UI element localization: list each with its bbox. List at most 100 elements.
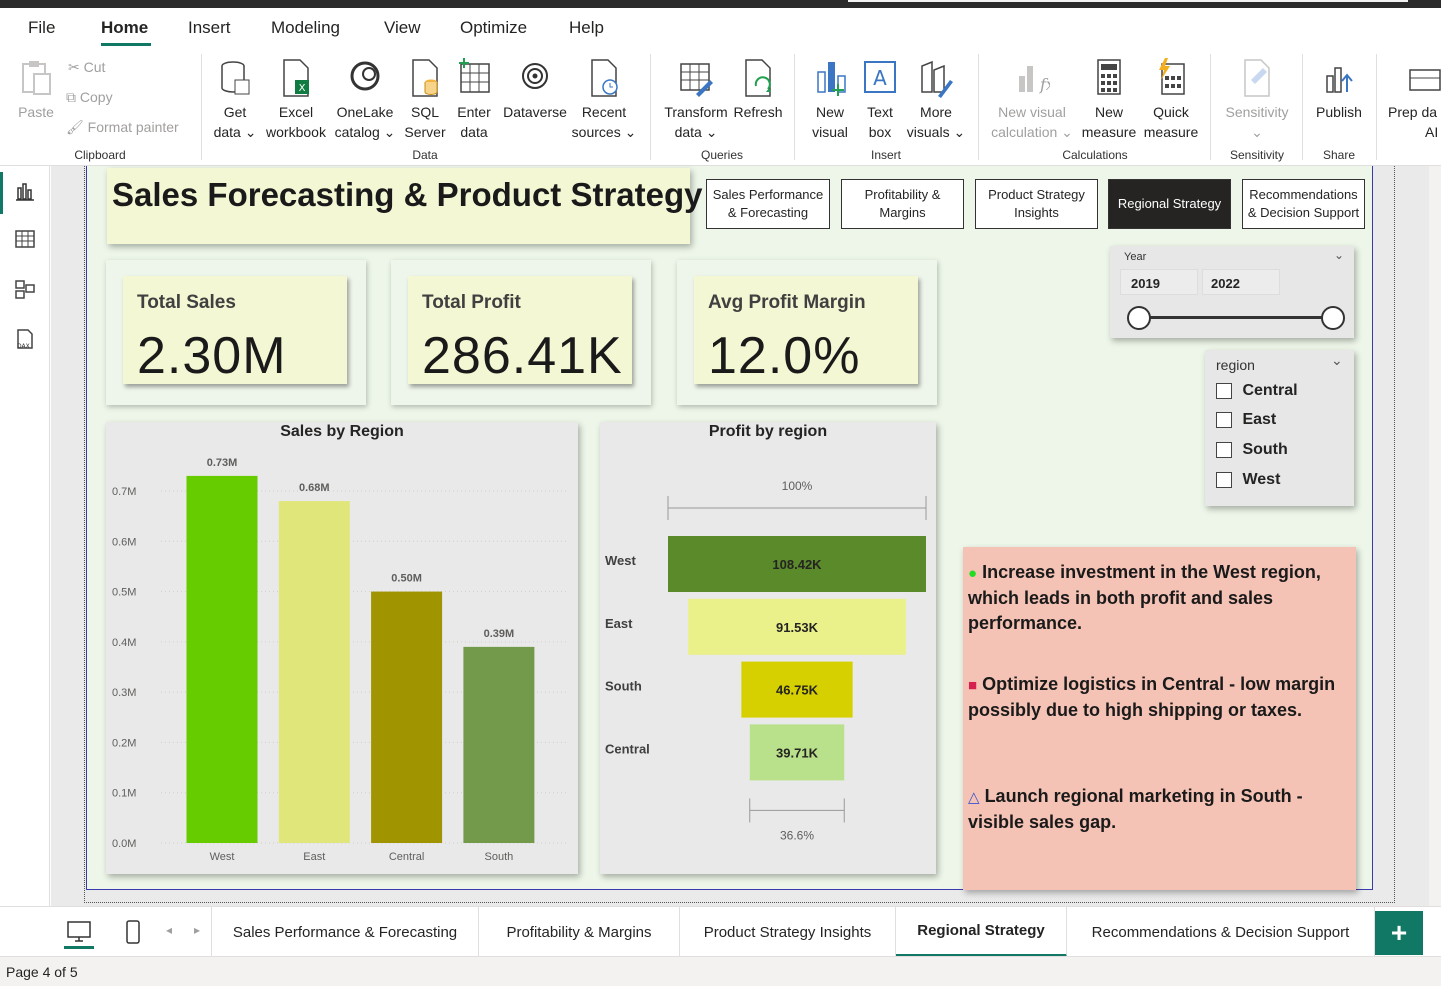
more-visuals-button[interactable]: More visuals ⌄ [904,58,968,142]
menu-help[interactable]: Help [569,18,604,38]
region-option-central[interactable]: Central [1216,382,1298,400]
year-slider-track[interactable] [1140,316,1332,319]
text-box-button[interactable]: A Text box [858,58,902,142]
quick-measure-label-2: measure [1143,124,1199,140]
menu-insert[interactable]: Insert [188,18,231,38]
report-view-icon[interactable] [14,180,36,202]
nav-button-recommendations[interactable]: Recommendations & Decision Support [1242,179,1365,229]
format-painter-button[interactable]: 🖌 Format painter [66,119,179,136]
chevron-right-icon[interactable]: ▸ [194,923,200,937]
database-icon [221,61,250,95]
svg-text:fx: fx [1039,75,1050,94]
layout-selected-indicator [64,946,94,949]
region-option-south[interactable]: South [1216,441,1288,459]
group-calculations: Calculations [1062,148,1128,162]
table-view-icon[interactable] [14,228,36,250]
enter-data-button[interactable]: Enter data [452,58,496,142]
bar-east [278,501,350,843]
nav-button-label: & Forecasting [727,205,809,220]
kpi-card-total-sales[interactable]: Total Sales 2.30M [106,260,366,405]
region-option-label: West [1242,471,1281,488]
chevron-down-icon: ⌄ [379,124,396,140]
nav-button-label: Product Strategy [988,187,1085,202]
divider [794,54,795,160]
checkbox[interactable] [1216,472,1232,488]
transform-data-button[interactable]: Transform data ⌄ [660,58,732,142]
get-data-button[interactable]: Get data ⌄ [212,58,258,142]
profit-by-region-chart[interactable]: Profit by region 100% 108.42K West 91.53K Eas… [600,422,936,874]
checkbox[interactable] [1216,442,1232,458]
recent-sources-button[interactable]: Recent sources ⌄ [570,58,638,142]
get-data-label-2: data [213,124,241,140]
new-measure-button[interactable]: New measure [1078,58,1140,142]
quick-measure-button[interactable]: Quick measure [1140,58,1202,142]
nav-button-profitability[interactable]: Profitability & Margins [841,179,964,229]
tab-label: Sales Performance & Forecasting [232,923,458,941]
year-slider-end-handle[interactable] [1321,306,1345,330]
paste-label: Paste [18,104,54,120]
checkbox[interactable] [1216,383,1232,399]
onelake-catalog-button[interactable]: OneLake catalog ⌄ [332,58,398,142]
tab-regional-strategy[interactable]: Regional Strategy [896,907,1067,957]
ribbon: Paste ✂ Cut ⧉ Copy 🖌 Format painter Clip… [0,48,1441,166]
menu-home[interactable]: Home [101,18,148,38]
nav-button-sales-performance[interactable]: Sales Performance & Forecasting [706,179,830,229]
copy-button[interactable]: ⧉ Copy [66,89,113,106]
paste-button[interactable]: Paste [14,58,58,122]
refresh-icon [745,59,771,97]
desktop-layout-icon[interactable] [66,919,92,945]
prep-data-ai-button[interactable]: Prep da AI [1384,58,1441,142]
new-measure-label-2: measure [1081,124,1137,140]
dax-query-view-icon[interactable]: DAX [14,328,36,350]
nav-button-product-strategy[interactable]: Product Strategy Insights [975,179,1098,229]
recent-sources-icon [591,59,618,97]
cut-button[interactable]: ✂ Cut [68,59,105,76]
kpi-label: Total Sales [137,292,236,313]
nav-button-regional-strategy[interactable]: Regional Strategy [1108,179,1231,229]
region-option-east[interactable]: East [1216,411,1276,429]
table-plus-icon [459,58,490,93]
dataverse-button[interactable]: Dataverse [500,58,570,122]
x-tick-label: Central [389,851,424,863]
add-page-button[interactable]: + [1375,911,1423,955]
region-slicer[interactable]: region ⌄ Central East South West [1205,350,1354,506]
year-slider-start-handle[interactable] [1127,306,1151,330]
chevron-down-icon: ⌄ [701,124,718,140]
menu-modeling[interactable]: Modeling [271,18,340,38]
vertical-scrollbar[interactable] [1429,166,1441,906]
sales-by-region-chart[interactable]: Sales by Region 0.0M 0.1M 0.2M 0.3M 0.4M 0.5M 0… [106,422,578,874]
sql-server-button[interactable]: SQL Server [401,58,449,142]
menu-view[interactable]: View [384,18,421,38]
tab-recommendations[interactable]: Recommendations & Decision Support [1067,907,1375,957]
nav-button-label: & Decision Support [1247,205,1360,220]
year-from-field[interactable]: 2019 [1120,269,1198,295]
publish-button[interactable]: Publish [1310,58,1368,122]
year-to-field[interactable]: 2022 [1202,269,1280,295]
excel-workbook-button[interactable]: X Excel workbook [262,58,330,142]
sensitivity-button[interactable]: Sensitivity ⌄ [1220,58,1294,142]
kpi-card-total-profit[interactable]: Total Profit 286.41K [391,260,651,405]
divider [978,54,979,160]
model-view-icon[interactable] [14,278,36,300]
year-slicer[interactable]: Year ⌄ 2019 2022 [1110,246,1354,338]
tab-sales-performance[interactable]: Sales Performance & Forecasting [211,907,479,957]
checkbox[interactable] [1216,412,1232,428]
new-visual-button[interactable]: New visual [808,58,852,142]
chevron-left-icon[interactable]: ◂ [166,923,172,937]
menu-file[interactable]: File [28,18,55,38]
mobile-layout-icon[interactable] [122,919,144,945]
plus-icon: + [1390,917,1408,948]
chevron-down-icon[interactable]: ⌄ [1331,352,1343,369]
tab-product-strategy[interactable]: Product Strategy Insights [680,907,896,957]
recommendations-note: ● Increase investment in the West region… [963,547,1356,890]
region-option-west[interactable]: West [1216,471,1280,489]
kpi-card-avg-profit-margin[interactable]: Avg Profit Margin 12.0% [677,260,937,405]
refresh-button[interactable]: Refresh [730,58,786,122]
chevron-down-icon[interactable]: ⌄ [1334,248,1344,262]
menu-optimize[interactable]: Optimize [460,18,527,38]
divider [650,54,651,160]
x-tick-label: West [210,851,235,863]
search-box[interactable] [848,0,1408,2]
tab-profitability[interactable]: Profitability & Margins [479,907,680,957]
new-visual-calculation-button[interactable]: fx New visual calculation ⌄ [988,58,1076,142]
